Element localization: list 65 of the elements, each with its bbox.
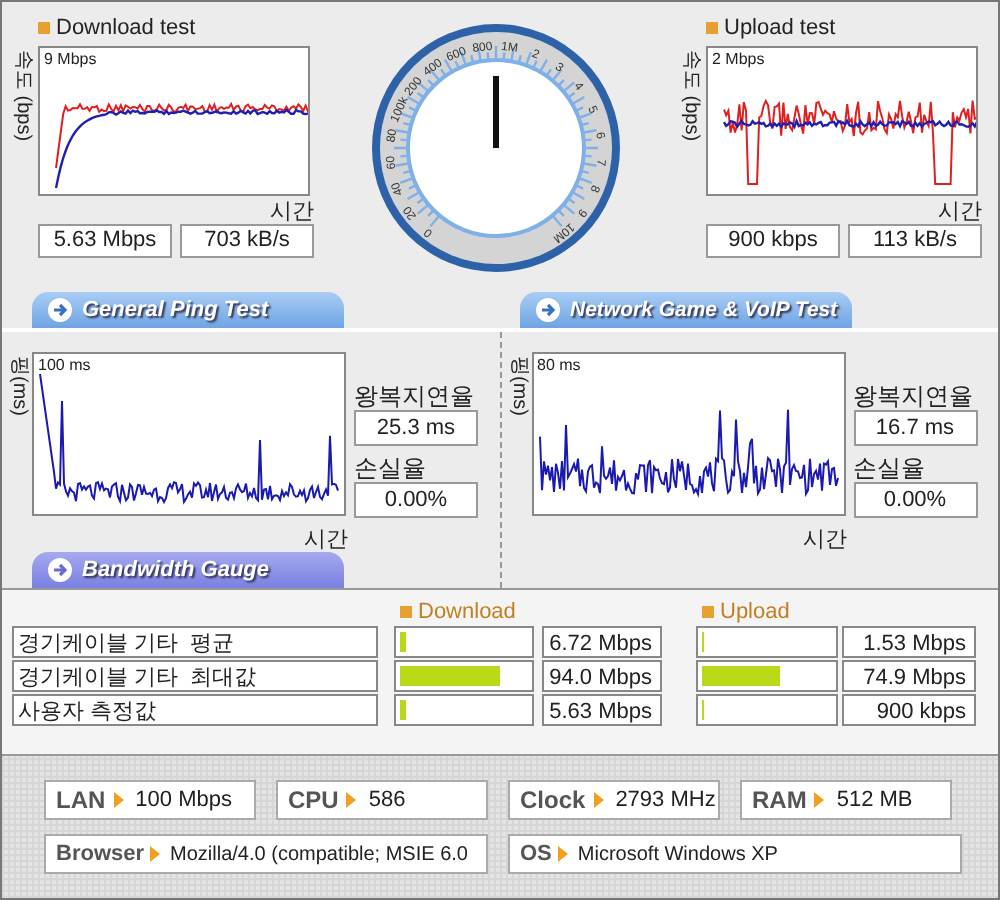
triangle-icon	[113, 792, 124, 808]
speed-value: 5.63 Mbps	[38, 224, 172, 258]
panel-title: Download test	[56, 16, 196, 40]
speed-value: 1.53 Mbps	[842, 626, 976, 658]
info-value: 586	[368, 788, 406, 812]
bullet-icon	[702, 606, 714, 618]
scale-label: 2 Mbps	[712, 50, 765, 68]
x-axis-label: 시간	[270, 200, 314, 224]
loss-value: 0.00%	[354, 482, 478, 518]
y-axis-label: 속도 (bps)	[10, 50, 36, 142]
x-axis-label: 시간	[304, 528, 348, 552]
scale-label: 80 ms	[537, 356, 581, 374]
bullet-icon	[38, 22, 50, 34]
speed-value: 900 kbps	[842, 694, 976, 726]
info-value: Mozilla/4.0 (compatible; MSIE 6.0	[170, 843, 468, 865]
rate-value: 703 kB/s	[180, 224, 314, 258]
tab-title: Bandwidth Gauge	[82, 558, 269, 582]
y-axis-label: 핑(ms)	[505, 356, 531, 416]
triangle-icon	[346, 792, 357, 808]
speed-value: 900 kbps	[706, 224, 840, 258]
info-label: OS	[520, 842, 552, 866]
triangle-icon	[814, 792, 825, 808]
arrow-circle-icon	[48, 298, 72, 322]
panel-title: Upload test	[724, 16, 836, 40]
arrow-circle-icon	[48, 558, 72, 582]
info-label: CPU	[288, 786, 339, 814]
latency-label: 왕복지연율	[354, 380, 476, 410]
info-value: 100 Mbps	[135, 788, 232, 812]
y-axis-label: 핑(ms)	[6, 356, 32, 416]
tab-title: General Ping Test	[82, 298, 269, 322]
triangle-icon	[593, 792, 604, 808]
loss-value: 0.00%	[853, 482, 977, 518]
column-heading: Download	[418, 600, 516, 624]
triangle-icon	[557, 846, 568, 862]
column-heading: Upload	[720, 600, 790, 624]
info-value: 512 MB	[836, 788, 913, 812]
info-value: 2793 MHz	[615, 788, 716, 812]
scale-label: 9 Mbps	[44, 50, 97, 68]
scale-label: 100 ms	[38, 356, 91, 374]
info-value: Microsoft Windows XP	[577, 843, 778, 865]
latency-value: 25.3 ms	[354, 410, 478, 446]
speed-value: 5.63 Mbps	[542, 694, 662, 726]
tab-title: Network Game & VoIP Test	[570, 298, 838, 322]
row-label: 경기케이블 기타 최대값	[12, 660, 378, 692]
info-label: RAM	[752, 786, 807, 814]
row-label: 경기케이블 기타 평균	[12, 626, 378, 658]
triangle-icon	[150, 846, 161, 862]
latency-value: 16.7 ms	[853, 410, 977, 446]
loss-label: 손실율	[354, 452, 428, 482]
latency-label: 왕복지연율	[853, 380, 975, 410]
speed-value: 6.72 Mbps	[542, 626, 662, 658]
x-axis-label: 시간	[938, 200, 982, 224]
speed-value: 94.0 Mbps	[542, 660, 662, 692]
rate-value: 113 kB/s	[848, 224, 982, 258]
y-axis-label: 속도 (bps)	[678, 50, 704, 142]
info-label: Browser	[56, 842, 145, 866]
arrow-circle-icon	[536, 298, 560, 322]
bullet-icon	[706, 22, 718, 34]
info-label: LAN	[56, 786, 106, 814]
loss-label: 손실율	[853, 452, 927, 482]
bullet-icon	[400, 606, 412, 618]
row-label: 사용자 측정값	[12, 694, 378, 726]
x-axis-label: 시간	[803, 528, 847, 552]
info-label: Clock	[520, 786, 586, 814]
speed-value: 74.9 Mbps	[842, 660, 976, 692]
